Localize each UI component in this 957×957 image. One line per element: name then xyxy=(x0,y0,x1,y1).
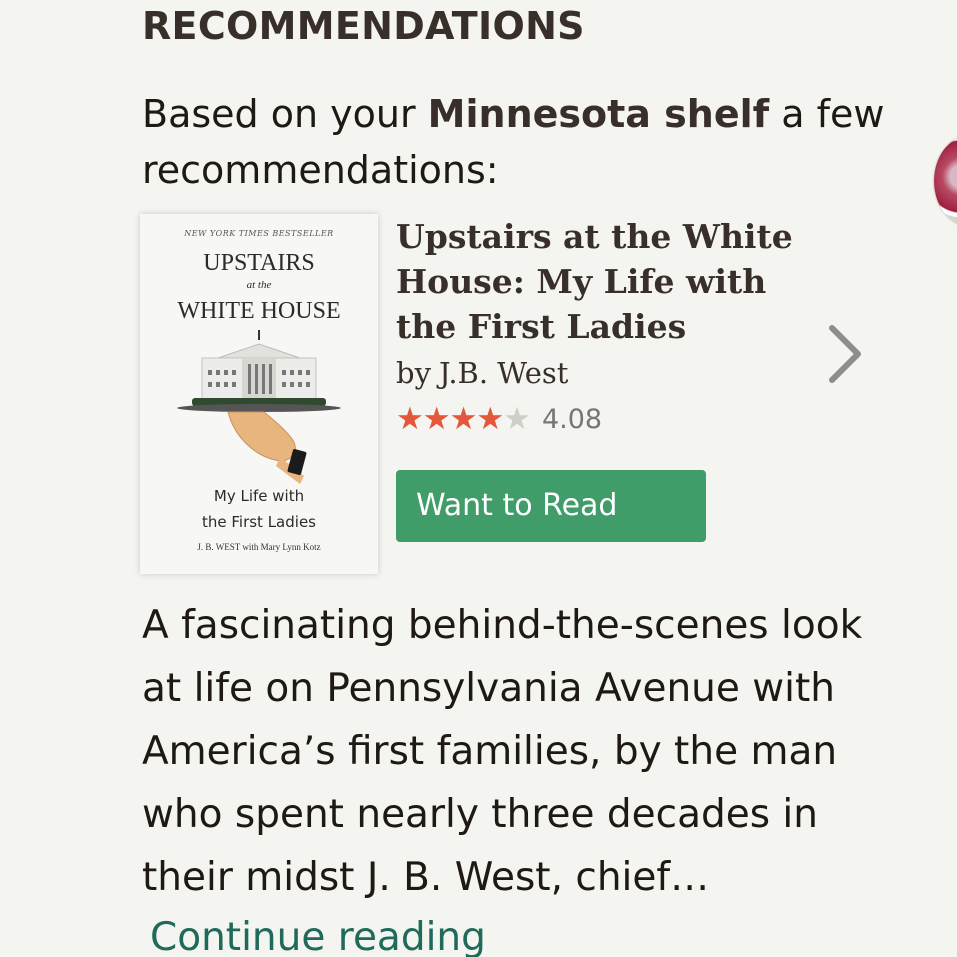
book-cover[interactable]: NEW YORK TIMES BESTSELLER UPSTAIRS at th… xyxy=(140,214,378,574)
author-name[interactable]: J.B. West xyxy=(439,356,568,390)
cover-title-line-2: at the xyxy=(247,279,272,291)
continue-reading-link[interactable]: Continue reading xyxy=(150,906,486,957)
recommendation-intro: Based on your Minnesota shelf a few reco… xyxy=(142,86,902,198)
cover-subtitle-line-1: My Life with xyxy=(214,487,304,505)
hand-holding-tray-illustration xyxy=(227,411,307,484)
want-to-read-button[interactable]: Want to Read xyxy=(396,470,706,542)
cover-subtitle-line-2: the First Ladies xyxy=(202,513,316,531)
shelf-name: Minnesota shelf xyxy=(427,92,770,136)
intro-prefix: Based on your xyxy=(142,92,428,136)
cover-title-line-3: WHITE HOUSE xyxy=(177,298,340,324)
book-description: A fascinating behind-the-scenes look at … xyxy=(142,603,863,900)
book-title[interactable]: Upstairs at the White House: My Life wit… xyxy=(396,214,796,349)
star-rating-fill: ★★★★★ xyxy=(396,402,505,436)
star-rating-icon: ★★★★★ ★★★★★ xyxy=(396,402,531,436)
cover-authors: J. B. WEST with Mary Lynn Kotz xyxy=(197,542,320,552)
section-heading: RECOMMENDATIONS xyxy=(142,4,585,48)
book-author-line: by J.B. West xyxy=(396,356,568,390)
cover-title-line-1: UPSTAIRS xyxy=(203,250,314,276)
rating-value: 4.08 xyxy=(541,403,603,435)
white-house-illustration xyxy=(177,330,341,412)
avatar[interactable] xyxy=(934,136,957,226)
book-rating: ★★★★★ ★★★★★ 4.08 xyxy=(396,402,602,436)
author-prefix: by xyxy=(396,356,431,390)
cover-tagline: NEW YORK TIMES BESTSELLER xyxy=(183,229,333,238)
chevron-right-icon[interactable] xyxy=(822,322,868,386)
